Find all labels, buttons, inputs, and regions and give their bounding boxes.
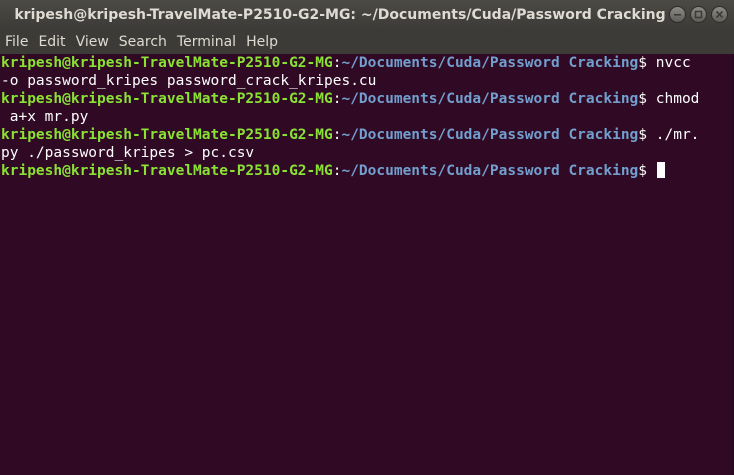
prompt-dollar: $ — [638, 127, 656, 143]
prompt-user: kripesh@kripesh-TravelMate-P2510-G2-MG — [1, 163, 333, 179]
close-icon[interactable] — [711, 6, 728, 23]
prompt-path: ~/Documents/Cuda/Password Cracking — [341, 127, 639, 143]
minimize-icon[interactable] — [669, 6, 686, 23]
prompt-path: ~/Documents/Cuda/Password Cracking — [341, 91, 639, 107]
title-bar[interactable]: kripesh@kripesh-TravelMate-P2510-G2-MG: … — [0, 0, 734, 30]
terminal-output[interactable]: kripesh@kripesh-TravelMate-P2510-G2-MG:~… — [0, 54, 734, 475]
terminal-current-line[interactable]: kripesh@kripesh-TravelMate-P2510-G2-MG:~… — [1, 162, 734, 180]
prompt-user: kripesh@kripesh-TravelMate-P2510-G2-MG — [1, 91, 333, 107]
prompt-user: kripesh@kripesh-TravelMate-P2510-G2-MG — [1, 127, 333, 143]
menu-file[interactable]: File — [5, 34, 34, 50]
terminal-line: kripesh@kripesh-TravelMate-P2510-G2-MG:~… — [1, 126, 734, 144]
terminal-window: kripesh@kripesh-TravelMate-P2510-G2-MG: … — [0, 0, 734, 475]
menu-view[interactable]: View — [76, 34, 115, 50]
prompt-dollar: $ — [638, 91, 656, 107]
prompt-dollar: $ — [638, 55, 656, 71]
command-text: chmod — [655, 91, 700, 107]
prompt-path: ~/Documents/Cuda/Password Cracking — [341, 55, 639, 71]
prompt-user: kripesh@kripesh-TravelMate-P2510-G2-MG — [1, 55, 333, 71]
menu-edit[interactable]: Edit — [38, 34, 71, 50]
menu-help[interactable]: Help — [246, 34, 284, 50]
terminal-line: kripesh@kripesh-TravelMate-P2510-G2-MG:~… — [1, 90, 734, 108]
prompt-dollar: $ — [638, 163, 656, 179]
command-text: -o password_kripes password_crack_kripes… — [1, 73, 377, 89]
command-text: a+x mr.py — [1, 109, 89, 125]
menu-bar: File Edit View Search Terminal Help — [0, 30, 734, 54]
command-text: nvcc — [655, 55, 691, 71]
menu-terminal[interactable]: Terminal — [177, 34, 242, 50]
command-text: py ./password_kripes > pc.csv — [1, 145, 255, 161]
terminal-line: kripesh@kripesh-TravelMate-P2510-G2-MG:~… — [1, 54, 734, 72]
window-controls — [669, 6, 728, 23]
menu-search[interactable]: Search — [119, 34, 173, 50]
terminal-line: a+x mr.py — [1, 108, 734, 126]
terminal-line: -o password_kripes password_crack_kripes… — [1, 72, 734, 90]
terminal-line: py ./password_kripes > pc.csv — [1, 144, 734, 162]
text-cursor — [656, 162, 665, 178]
prompt-path: ~/Documents/Cuda/Password Cracking — [341, 163, 639, 179]
command-text: ./mr. — [655, 127, 700, 143]
window-title: kripesh@kripesh-TravelMate-P2510-G2-MG: … — [14, 7, 666, 23]
maximize-icon[interactable] — [690, 6, 707, 23]
